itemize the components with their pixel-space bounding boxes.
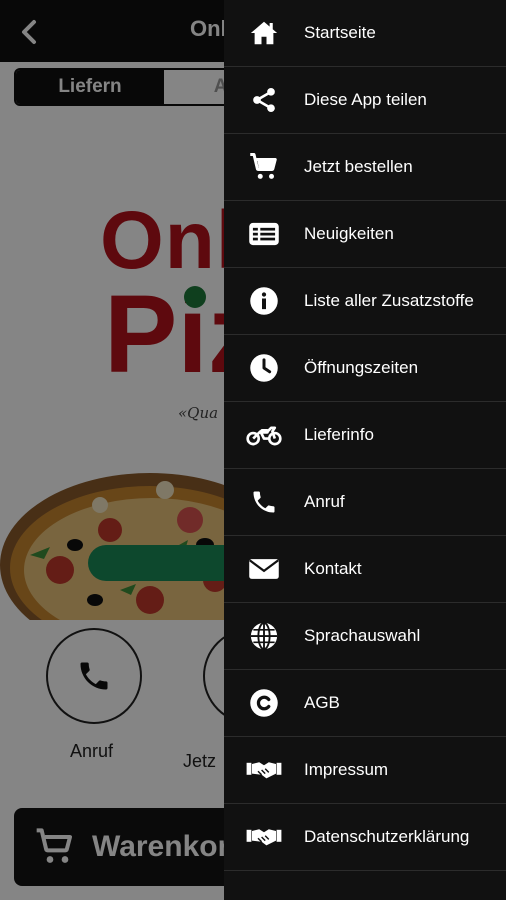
menu-item-label: Liste aller Zusatzstoffe [304, 291, 474, 310]
menu-item-anruf[interactable]: Anruf [224, 469, 506, 536]
menu-item-label: AGB [304, 693, 340, 712]
phone-icon [253, 491, 275, 513]
news-icon [249, 222, 279, 246]
menu-item-label: Lieferinfo [304, 425, 374, 444]
info-icon [250, 287, 278, 315]
menu-item-partial[interactable] [224, 871, 506, 900]
menu-item-label: Impressum [304, 760, 389, 779]
menu-item-label: Jetzt bestellen [304, 157, 413, 176]
clock-icon [250, 354, 278, 382]
home-icon [250, 21, 278, 45]
menu-item-label: Kontakt [304, 559, 362, 578]
handshake-icon [246, 829, 282, 846]
menu-item-label: Datenschutzerklärung [304, 827, 470, 846]
menu-item-sprachauswahl[interactable]: Sprachauswahl [224, 603, 506, 670]
menu-item-label: Startseite [304, 23, 376, 42]
menu-item-zusatzstoffe[interactable]: Liste aller Zusatzstoffe [224, 268, 506, 335]
menu-item-neuigkeiten[interactable]: Neuigkeiten [224, 201, 506, 268]
menu-item-app-teilen[interactable]: Diese App teilen [224, 67, 506, 134]
menu-item-label: Diese App teilen [304, 90, 427, 109]
globe-icon [250, 621, 278, 651]
menu-item-impressum[interactable]: Impressum [224, 737, 506, 804]
copyright-icon [250, 689, 278, 717]
menu-item-label: Sprachauswahl [304, 626, 421, 645]
envelope-icon [249, 559, 279, 579]
menu-item-kontakt[interactable]: Kontakt [224, 536, 506, 603]
menu-item-label: Öffnungszeiten [304, 358, 419, 377]
cart-icon [250, 153, 277, 179]
menu-item-lieferinfo[interactable]: Lieferinfo [224, 402, 506, 469]
menu-item-agb[interactable]: AGB [224, 670, 506, 737]
motorbike-icon [246, 426, 282, 446]
menu-item-oeffnungszeiten[interactable]: Öffnungszeiten [224, 335, 506, 402]
share-icon [253, 87, 275, 113]
navigation-drawer: Startseite Diese App teilen Jetzt bestel… [224, 0, 506, 900]
menu-item-jetzt-bestellen[interactable]: Jetzt bestellen [224, 134, 506, 201]
handshake-icon [246, 762, 282, 779]
menu-item-label: Neuigkeiten [304, 224, 394, 243]
menu-item-startseite[interactable]: Startseite [224, 0, 506, 67]
menu-item-datenschutz[interactable]: Datenschutzerklärung [224, 804, 506, 871]
menu-item-label: Anruf [304, 492, 345, 511]
